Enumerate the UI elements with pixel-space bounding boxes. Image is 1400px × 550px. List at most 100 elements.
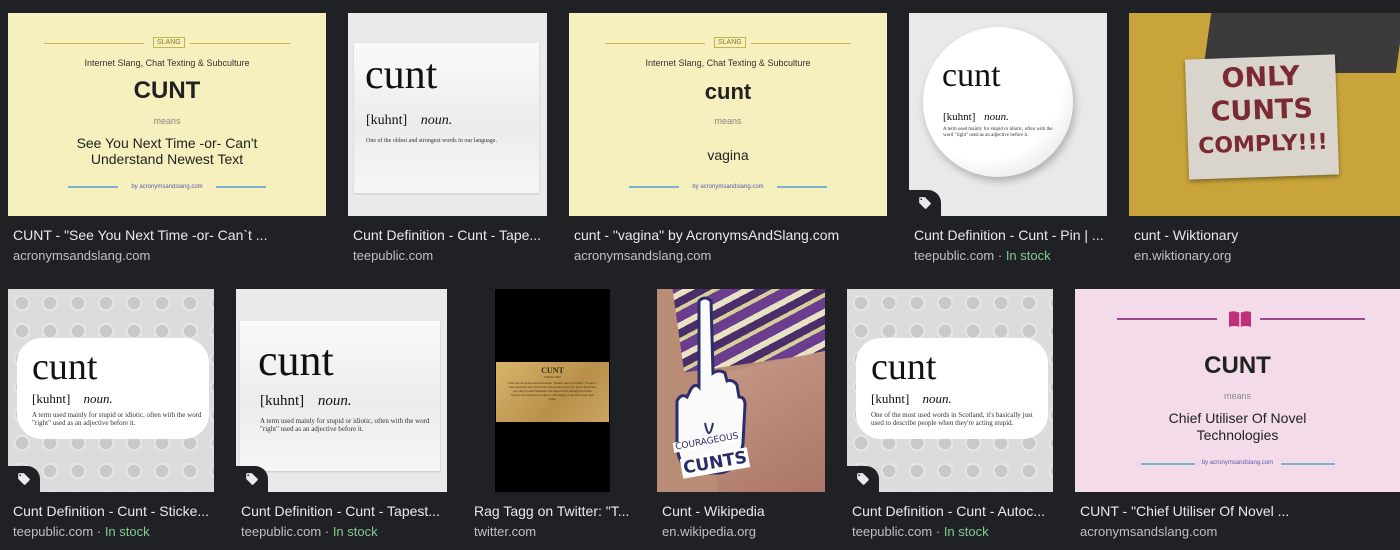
pin-button-image: cunt [kuhnt] noun. A term used mainly fo… — [923, 27, 1073, 177]
result-source[interactable]: teepublic.com · In stock — [914, 248, 1107, 264]
result-card[interactable]: CUNT means Chief Utiliser Of Novel Techn… — [1075, 289, 1400, 540]
result-title[interactable]: Cunt Definition - Cunt - Tape... — [353, 227, 547, 244]
footer-text: by acronymsandslang.com — [1201, 460, 1274, 466]
plaque-heading: CUNT — [541, 366, 564, 375]
result-thumbnail[interactable]: cunt [kuhnt] noun. A term used mainly fo… — [8, 289, 214, 492]
meaning-text: vagina — [707, 147, 749, 163]
result-title[interactable]: Cunt Definition - Cunt - Pin | ... — [914, 227, 1107, 244]
definition-word: cunt — [365, 52, 438, 98]
product-tag-badge — [909, 190, 941, 216]
slang-badge: SLANG — [153, 37, 185, 48]
book-icon — [1228, 310, 1252, 333]
definition-text: One of the most used words in Scotland, … — [871, 411, 1033, 428]
result-card[interactable]: COURAGEOUS CUNTS Cunt - Wikipedia en.wik… — [657, 289, 825, 540]
result-source[interactable]: en.wiktionary.org — [1134, 248, 1400, 264]
phonetic-text: [kuhnt] noun. — [260, 393, 352, 409]
result-card[interactable]: cunt [kuhnt] noun. A term used mainly fo… — [236, 289, 447, 540]
category-text: Internet Slang, Chat Texting & Subcultur… — [84, 58, 250, 68]
meaning-text: Chief Utiliser Of Novel Technologies — [1168, 410, 1307, 443]
result-source[interactable]: acronymsandslang.com — [13, 248, 326, 264]
tag-icon — [857, 473, 869, 485]
divider — [751, 43, 851, 44]
result-title[interactable]: CUNT - "Chief Utiliser Of Novel ... — [1080, 503, 1400, 520]
result-thumbnail[interactable]: CUNT SINCE 1344 Cunt was an ancient term… — [469, 289, 635, 492]
result-title[interactable]: Cunt Definition - Cunt - Sticke... — [13, 503, 214, 520]
result-thumbnail[interactable]: SLANG Internet Slang, Chat Texting & Sub… — [569, 13, 887, 216]
result-thumbnail[interactable]: COURAGEOUS CUNTS — [657, 289, 825, 492]
result-card[interactable]: cunt [kuhnt] noun. One of the oldest and… — [348, 13, 547, 264]
result-title[interactable]: Cunt Definition - Cunt - Tapest... — [241, 503, 447, 520]
product-tag-badge — [847, 466, 879, 492]
result-card[interactable]: ONLY CUNTS COMPLY!!! cunt - Wiktionary e… — [1129, 13, 1400, 264]
slang-word: CUNT — [1204, 352, 1271, 379]
tag-icon — [18, 473, 30, 485]
result-card[interactable]: CUNT SINCE 1344 Cunt was an ancient term… — [469, 289, 635, 540]
plaque-text: Cunt was an ancient term that meant "fai… — [508, 381, 597, 401]
product-tag-badge — [236, 466, 268, 492]
definition-text: A term used mainly for stupid or idiotic… — [32, 411, 202, 428]
result-card[interactable]: SLANG Internet Slang, Chat Texting & Sub… — [8, 13, 326, 264]
divider — [44, 43, 144, 44]
sign-line: CUNTS — [1210, 93, 1314, 128]
means-text: means — [714, 116, 742, 126]
result-card[interactable]: cunt [kuhnt] noun. A term used mainly fo… — [8, 289, 214, 540]
sign-line: COMPLY!!! — [1197, 129, 1329, 160]
product-tag-badge — [8, 466, 40, 492]
result-source[interactable]: acronymsandslang.com — [1080, 524, 1400, 540]
sticker-image: cunt [kuhnt] noun. One of the most used … — [859, 341, 1045, 436]
result-source[interactable]: teepublic.com · In stock — [13, 524, 214, 540]
result-thumbnail[interactable]: CUNT means Chief Utiliser Of Novel Techn… — [1075, 289, 1400, 492]
sticker-image: cunt [kuhnt] noun. A term used mainly fo… — [20, 341, 206, 436]
phonetic-text: [kuhnt] noun. — [871, 391, 952, 406]
definition-word: cunt — [32, 346, 98, 388]
slang-word: cunt — [704, 79, 752, 104]
definition-text: A term used mainly for stupid or idiotic… — [943, 127, 1053, 138]
result-source[interactable]: en.wikipedia.org — [662, 524, 825, 540]
tag-icon — [919, 197, 931, 209]
definition-word: cunt — [942, 57, 1001, 94]
slang-word: CUNT — [133, 77, 201, 104]
result-source[interactable]: teepublic.com — [353, 248, 547, 264]
phonetic-text: [kuhnt] noun. — [32, 391, 113, 406]
result-thumbnail[interactable]: cunt [kuhnt] noun. One of the most used … — [847, 289, 1053, 492]
meaning-text: See You Next Time -or- Can't Understand … — [76, 135, 258, 167]
means-text: means — [153, 116, 181, 126]
result-title[interactable]: cunt - "vagina" by AcronymsAndSlang.com — [574, 227, 887, 244]
result-card[interactable]: SLANG Internet Slang, Chat Texting & Sub… — [569, 13, 887, 264]
result-thumbnail[interactable]: cunt [kuhnt] noun. One of the oldest and… — [348, 13, 547, 216]
stock-status: In stock — [104, 524, 150, 539]
definition-word: cunt — [258, 336, 334, 385]
result-source[interactable]: twitter.com — [474, 524, 635, 540]
phonetic-text: [kuhnt] noun. — [366, 113, 453, 128]
result-source[interactable]: teepublic.com · In stock — [241, 524, 447, 540]
category-text: Internet Slang, Chat Texting & Subcultur… — [645, 58, 811, 68]
result-title[interactable]: CUNT - "See You Next Time -or- Can`t ... — [13, 227, 326, 244]
result-title[interactable]: cunt - Wiktionary — [1134, 227, 1400, 244]
definition-text: A term used mainly for stupid or idiotic… — [260, 417, 430, 434]
plaque-image: CUNT SINCE 1344 Cunt was an ancient term… — [496, 362, 609, 422]
divider — [1117, 318, 1217, 320]
result-card[interactable]: cunt [kuhnt] noun. A term used mainly fo… — [909, 13, 1107, 264]
result-title[interactable]: Cunt Definition - Cunt - Autoc... — [852, 503, 1053, 520]
footer-text: by acronymsandslang.com — [692, 184, 764, 190]
result-thumbnail[interactable]: SLANG Internet Slang, Chat Texting & Sub… — [8, 13, 326, 216]
result-title[interactable]: Cunt - Wikipedia — [662, 503, 825, 520]
divider — [190, 43, 290, 44]
result-title[interactable]: Rag Tagg on Twitter: "T... — [474, 503, 635, 520]
means-text: means — [1223, 391, 1251, 401]
hand-sticker-image: COURAGEOUS CUNTS — [669, 293, 751, 489]
sign-image: ONLY CUNTS COMPLY!!! — [1184, 54, 1340, 180]
result-source[interactable]: teepublic.com · In stock — [852, 524, 1053, 540]
slang-badge: SLANG — [714, 37, 746, 48]
result-source[interactable]: acronymsandslang.com — [574, 248, 887, 264]
divider — [1260, 318, 1365, 320]
footer-text: by acronymsandslang.com — [131, 184, 203, 190]
result-card[interactable]: cunt [kuhnt] noun. One of the most used … — [847, 289, 1053, 540]
phonetic-text: [kuhnt] noun. — [943, 111, 1009, 123]
sign-line: ONLY — [1221, 60, 1301, 95]
definition-word: cunt — [871, 346, 937, 388]
tapestry-image: cunt [kuhnt] noun. A term used mainly fo… — [240, 321, 440, 471]
result-thumbnail[interactable]: cunt [kuhnt] noun. A term used mainly fo… — [909, 13, 1107, 216]
result-thumbnail[interactable]: ONLY CUNTS COMPLY!!! — [1129, 13, 1400, 216]
result-thumbnail[interactable]: cunt [kuhnt] noun. A term used mainly fo… — [236, 289, 447, 492]
